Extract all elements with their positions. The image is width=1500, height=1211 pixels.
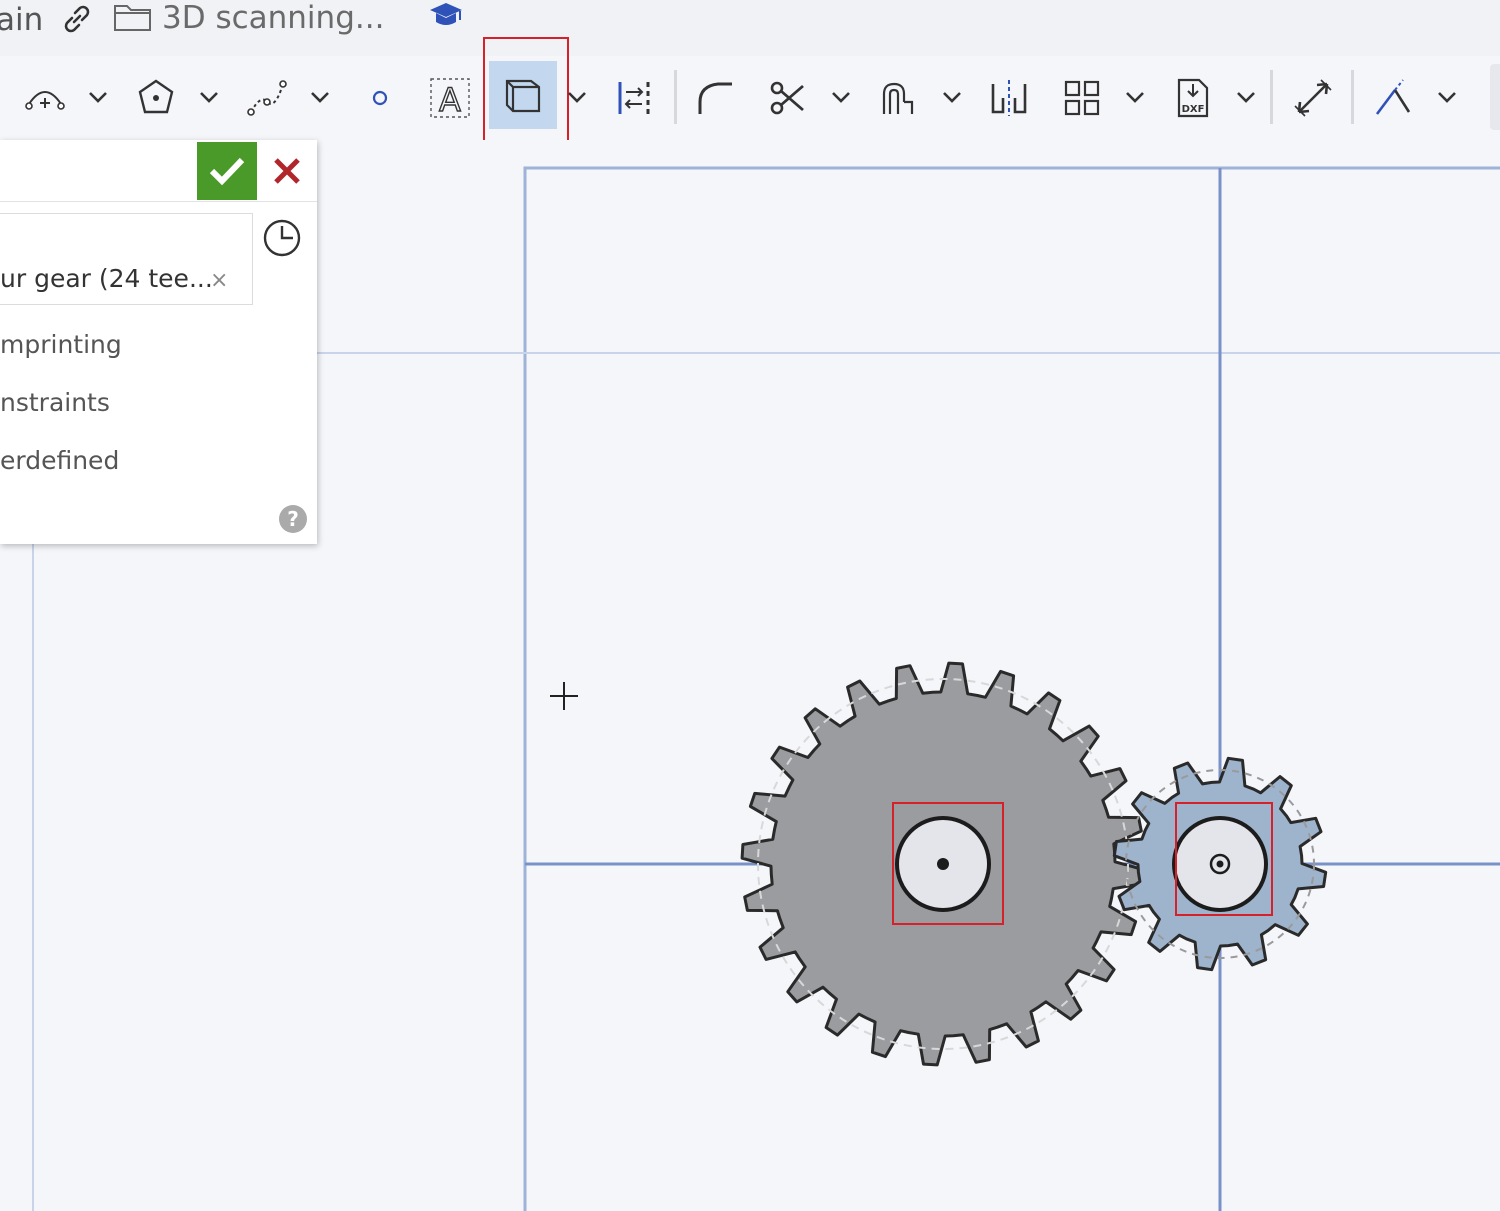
use-tool-highlight xyxy=(483,37,569,151)
arc-icon xyxy=(25,91,65,110)
chevron-down-icon[interactable] xyxy=(85,86,111,108)
extend-icon xyxy=(882,82,914,114)
text-tool[interactable]: A xyxy=(426,74,474,122)
close-icon xyxy=(274,158,300,184)
fillet-icon xyxy=(698,82,732,114)
small-gear-center-point[interactable] xyxy=(1216,860,1224,868)
checkmark-icon xyxy=(209,157,245,186)
chevron-down-icon[interactable] xyxy=(1233,86,1259,108)
chevron-down-icon[interactable] xyxy=(828,86,854,108)
chevron-down-icon[interactable] xyxy=(564,86,590,108)
offset-tool[interactable] xyxy=(610,74,658,122)
text-tool-letter: A xyxy=(439,81,461,119)
chevron-down-icon[interactable] xyxy=(1122,86,1148,108)
spline-tool[interactable] xyxy=(243,74,291,122)
remove-selection-icon[interactable]: × xyxy=(210,268,228,293)
option-imprinting[interactable]: mprinting xyxy=(0,330,122,359)
dimension-tool[interactable] xyxy=(1289,74,1337,122)
pattern-icon xyxy=(1064,80,1100,116)
chevron-down-icon[interactable] xyxy=(196,86,222,108)
help-icon[interactable]: ? xyxy=(279,505,307,533)
folder-name[interactable]: 3D scanning... xyxy=(162,0,384,36)
dxf-icon: DXF xyxy=(1177,78,1209,118)
history-clock-icon[interactable] xyxy=(262,218,302,258)
chevron-down-icon[interactable] xyxy=(307,86,333,108)
dxf-label: DXF xyxy=(1182,104,1205,115)
construction-icon xyxy=(1375,79,1411,115)
chevron-down-icon[interactable] xyxy=(939,86,965,108)
link-icon[interactable] xyxy=(60,2,94,36)
confirm-button[interactable] xyxy=(197,142,257,200)
offset-icon xyxy=(618,82,650,114)
sketch-toolbar: A DXF xyxy=(0,37,1500,151)
dimension-icon xyxy=(1294,79,1332,117)
workspace-name[interactable]: ain xyxy=(0,2,43,38)
spline-icon xyxy=(247,80,287,116)
use-feature-dialog: ur gear (24 tee... × mprinting nstraints… xyxy=(0,140,317,544)
selected-entity-label: ur gear (24 tee... xyxy=(0,264,213,293)
chevron-down-icon[interactable] xyxy=(1434,86,1460,108)
trim-tool[interactable] xyxy=(763,74,811,122)
toolbar-separator xyxy=(1270,70,1273,124)
option-underdefined[interactable]: erdefined xyxy=(0,446,119,475)
gear-assembly xyxy=(740,661,1328,1067)
dxf-import-tool[interactable]: DXF xyxy=(1169,74,1217,122)
toolbar-overflow-edge xyxy=(1490,64,1500,130)
dialog-divider xyxy=(0,201,317,202)
extend-tool[interactable] xyxy=(874,74,922,122)
folder-icon[interactable] xyxy=(112,0,154,34)
text-box-icon: A xyxy=(430,78,470,120)
construction-tool[interactable] xyxy=(1369,74,1417,122)
mirror-icon xyxy=(991,80,1027,116)
pattern-tool[interactable] xyxy=(1058,74,1106,122)
scissors-icon xyxy=(770,81,804,115)
toolbar-separator xyxy=(1351,70,1354,124)
toolbar-separator xyxy=(674,70,677,124)
graduation-cap-icon[interactable] xyxy=(426,0,466,32)
cancel-button[interactable] xyxy=(260,142,314,200)
fillet-tool[interactable] xyxy=(690,74,738,122)
corner-arc-tool[interactable] xyxy=(21,74,69,122)
help-glyph: ? xyxy=(287,507,299,531)
top-breadcrumb-bar: ain 3D scanning... xyxy=(0,0,1500,56)
point-icon xyxy=(372,90,388,106)
option-constraints[interactable]: nstraints xyxy=(0,388,110,417)
polygon-tool[interactable] xyxy=(132,74,180,122)
point-tool[interactable] xyxy=(354,74,402,122)
polygon-icon xyxy=(138,79,174,114)
mirror-tool[interactable] xyxy=(985,74,1033,122)
crosshair-cursor-icon xyxy=(550,682,578,710)
large-gear-center-point[interactable] xyxy=(937,858,949,870)
